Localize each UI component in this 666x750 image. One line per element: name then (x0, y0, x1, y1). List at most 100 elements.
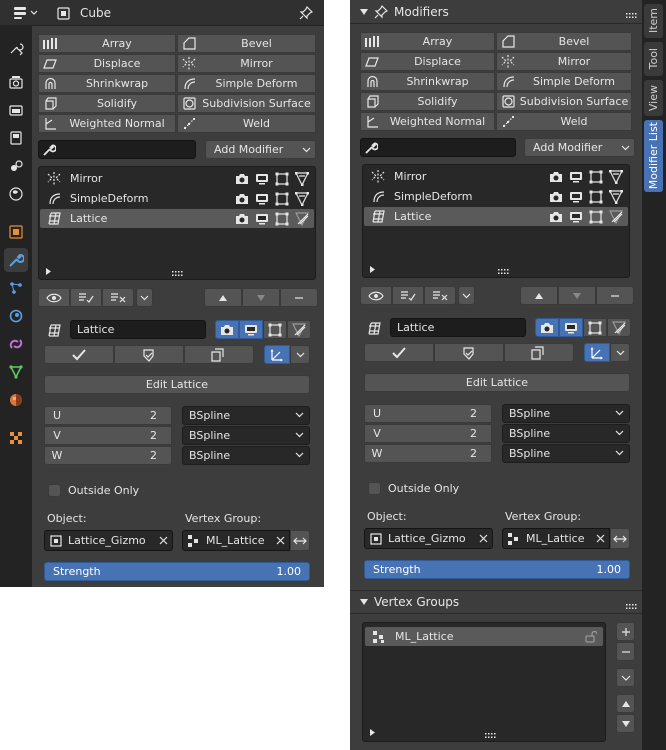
modifier-name-field[interactable]: Lattice (390, 318, 526, 337)
interpolation-v-dropdown[interactable]: BSpline (502, 424, 630, 443)
monitor-icon[interactable] (253, 192, 270, 206)
editmode-icon[interactable] (273, 192, 290, 206)
move-up-button[interactable] (520, 286, 558, 305)
enable-all-button[interactable] (70, 288, 102, 307)
vertex-group-specials-button[interactable] (616, 668, 635, 687)
render-toggle-button[interactable] (215, 320, 239, 339)
add-vertex-group-button[interactable] (616, 622, 635, 641)
copy-button[interactable] (184, 345, 254, 364)
add-modifier-dropdown[interactable]: Add Modifier (205, 140, 316, 159)
add-bevel-button[interactable]: Bevel (177, 34, 316, 53)
editmode-toggle-button[interactable] (583, 318, 607, 337)
resize-grip-icon[interactable] (485, 729, 497, 742)
expand-list-icon[interactable] (45, 268, 52, 275)
monitor-icon[interactable] (253, 212, 270, 226)
editmode-icon[interactable] (273, 212, 290, 226)
clear-icon[interactable] (596, 534, 605, 543)
material-icon[interactable] (4, 388, 28, 412)
strength-slider[interactable]: Strength 1.00 (364, 560, 630, 579)
invert-vertex-group-button[interactable] (290, 530, 310, 551)
list-options-dropdown[interactable] (458, 286, 475, 305)
cage-icon[interactable] (607, 189, 624, 204)
outside-only-checkbox[interactable] (48, 484, 61, 497)
expand-list-icon[interactable] (369, 729, 376, 736)
points-u-field[interactable]: U2 (364, 404, 492, 423)
object-field[interactable]: Lattice_Gizmo (44, 530, 173, 551)
interpolation-w-dropdown[interactable]: BSpline (182, 446, 310, 465)
move-down-button[interactable] (242, 288, 280, 307)
scene-icon[interactable] (4, 154, 28, 178)
modifier-extra-dropdown[interactable] (290, 345, 310, 364)
modifier-name-field[interactable]: Lattice (70, 320, 206, 339)
editor-type-icon[interactable] (12, 5, 40, 21)
render-icon[interactable] (4, 70, 28, 94)
remove-button[interactable] (596, 286, 634, 305)
add-shrinkwrap-button[interactable]: Shrinkwrap (360, 72, 495, 91)
apply-button[interactable] (44, 345, 114, 364)
tool-icon[interactable] (4, 36, 28, 60)
camera-icon[interactable] (547, 190, 564, 204)
tab-tool[interactable]: Tool (644, 42, 663, 76)
modifier-list-item[interactable]: Mirror (40, 169, 314, 188)
constraints-icon[interactable] (4, 332, 28, 356)
clear-icon[interactable] (276, 536, 285, 545)
show-on-cage-button[interactable] (264, 345, 290, 364)
move-up-button[interactable] (204, 288, 242, 307)
add-displace-button[interactable]: Displace (360, 52, 495, 71)
modifier-list-item[interactable]: Lattice (364, 207, 628, 226)
viewport-toggle-button[interactable] (559, 318, 583, 337)
data-icon[interactable] (4, 360, 28, 384)
points-w-field[interactable]: W2 (364, 444, 492, 463)
add-solidify-button[interactable]: Solidify (38, 94, 176, 113)
apply-as-shape-button[interactable] (114, 345, 184, 364)
cage-toggle-button[interactable] (607, 318, 631, 337)
move-down-button[interactable] (558, 286, 596, 305)
texture-icon[interactable] (4, 426, 28, 450)
modifier-list-item[interactable]: SimpleDeform (40, 189, 314, 208)
apply-as-shape-button[interactable] (434, 343, 504, 362)
camera-icon[interactable] (547, 210, 564, 224)
output-icon[interactable] (4, 98, 28, 122)
camera-icon[interactable] (233, 192, 250, 206)
camera-icon[interactable] (233, 172, 250, 186)
monitor-icon[interactable] (567, 190, 584, 204)
points-w-field[interactable]: W2 (44, 446, 172, 465)
pin-icon[interactable] (298, 5, 314, 21)
show-on-cage-button[interactable] (584, 343, 610, 362)
resize-grip-icon[interactable] (172, 267, 184, 280)
cage-off-icon[interactable] (607, 209, 624, 224)
cage-icon[interactable] (607, 169, 624, 184)
interpolation-v-dropdown[interactable]: BSpline (182, 426, 310, 445)
editmode-icon[interactable] (587, 170, 604, 184)
toggle-all-viewport-button[interactable] (38, 288, 70, 307)
modifier-list-item[interactable]: Lattice (40, 209, 314, 228)
lock-icon[interactable] (583, 630, 599, 643)
object-icon[interactable] (4, 220, 28, 244)
add-mirror-button[interactable]: Mirror (177, 54, 316, 73)
clear-icon[interactable] (159, 536, 168, 545)
add-solidify-button[interactable]: Solidify (360, 92, 495, 111)
tab-item[interactable]: Item (644, 4, 663, 38)
cage-toggle-button[interactable] (287, 320, 311, 339)
toggle-all-viewport-button[interactable] (360, 286, 392, 305)
points-v-field[interactable]: V2 (364, 424, 492, 443)
cage-icon[interactable] (293, 171, 310, 186)
tab-modifier-list[interactable]: Modifier List (644, 120, 663, 192)
camera-icon[interactable] (233, 212, 250, 226)
viewport-toggle-button[interactable] (239, 320, 263, 339)
monitor-icon[interactable] (567, 170, 584, 184)
add-subdivision-surface-button[interactable]: Subdivision Surface (177, 94, 316, 113)
interpolation-w-dropdown[interactable]: BSpline (502, 444, 630, 463)
move-vertex-group-down-button[interactable] (616, 714, 635, 733)
move-vertex-group-up-button[interactable] (616, 694, 635, 713)
editmode-icon[interactable] (587, 190, 604, 204)
list-options-dropdown[interactable] (136, 288, 153, 307)
object-field[interactable]: Lattice_Gizmo (364, 528, 493, 549)
add-weighted-normal-button[interactable]: Weighted Normal (360, 112, 495, 131)
cage-icon[interactable] (293, 191, 310, 206)
add-weld-button[interactable]: Weld (177, 114, 316, 133)
monitor-icon[interactable] (567, 210, 584, 224)
monitor-icon[interactable] (253, 172, 270, 186)
modifier-list-item[interactable]: SimpleDeform (364, 187, 628, 206)
view-layer-icon[interactable] (4, 126, 28, 150)
